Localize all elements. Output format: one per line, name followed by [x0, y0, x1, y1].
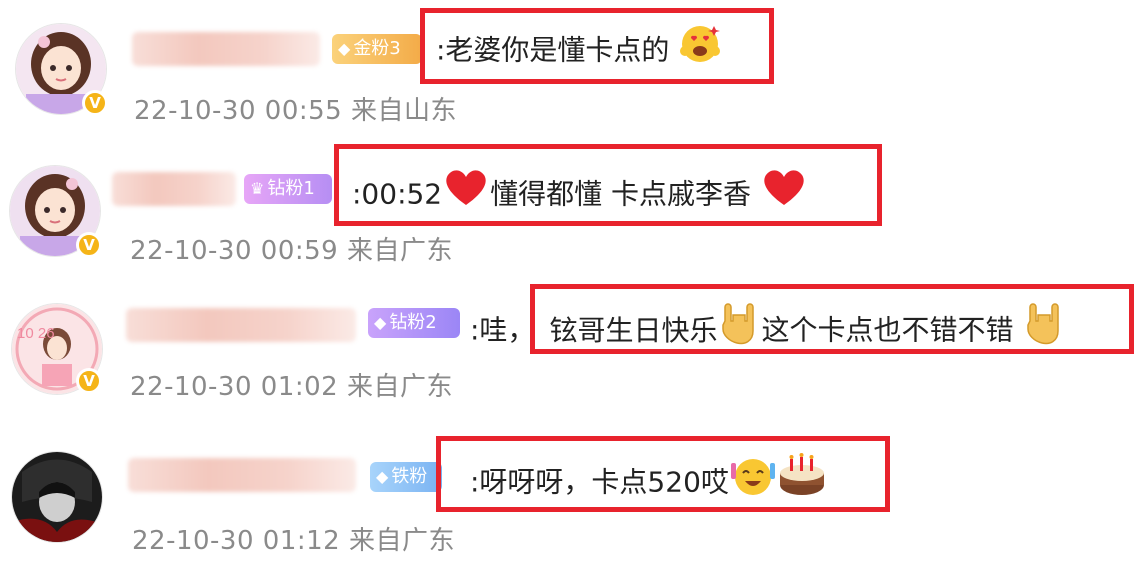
comment-row-3: 10 26 V ◆ 钻粉2 :哇， 铉哥生日快乐 这个卡点也不错不错 22-10-3…: [0, 282, 1134, 422]
timestamp: 22-10-30 00:55: [134, 96, 343, 126]
fan-level-badge[interactable]: ◆ 钻粉2: [368, 308, 460, 338]
comment-row-4: ◆ 铁粉 :呀呀呀，卡点520哎 22-10-30 01:12 来自广东: [0, 420, 1134, 560]
blurred-username[interactable]: [112, 172, 236, 206]
highlight-box: [420, 8, 774, 84]
highlight-box: [334, 144, 882, 226]
diamond-icon: ◆: [374, 313, 387, 332]
fan-level-badge[interactable]: ◆ 铁粉: [370, 462, 442, 492]
crown-icon: ♛: [250, 179, 265, 198]
location: 来自山东: [350, 96, 457, 126]
verified-badge-icon: V: [82, 90, 108, 116]
user-avatar[interactable]: [12, 452, 102, 542]
timestamp: 22-10-30 01:02: [130, 372, 339, 402]
timestamp: 22-10-30 00:59: [130, 236, 339, 266]
avatar-date-label: 10 26: [17, 325, 55, 342]
badge-label: 铁粉: [391, 466, 428, 487]
comment-row-2: V ♛ 钻粉1 :00:52 懂得都懂 卡点戚李香 22-10-30 00:59 …: [0, 140, 1134, 280]
location: 来自广东: [348, 526, 455, 556]
location: 来自广东: [346, 236, 453, 266]
fan-level-badge[interactable]: ♛ 钻粉1: [244, 174, 332, 204]
badge-label: 钻粉2: [389, 312, 437, 333]
highlight-box: [530, 284, 1134, 354]
gem-icon: ◆: [338, 39, 351, 58]
badge-label: 金粉3: [353, 38, 401, 59]
comment-meta: 22-10-30 01:02 来自广东: [130, 366, 453, 403]
badge-label: 钻粉1: [267, 178, 315, 199]
verified-badge-icon: V: [76, 368, 102, 394]
highlight-box: [436, 436, 890, 512]
comment-meta: 22-10-30 01:12 来自广东: [132, 520, 455, 557]
diamond-icon: ◆: [376, 467, 389, 486]
comment-body-prefix: :哇，: [470, 313, 536, 347]
timestamp: 22-10-30 01:12: [132, 526, 341, 556]
fan-level-badge[interactable]: ◆ 金粉3: [332, 34, 422, 64]
verified-badge-icon: V: [76, 232, 102, 258]
comment-meta: 22-10-30 00:59 来自广东: [130, 230, 453, 267]
comment-meta: 22-10-30 00:55 来自山东: [134, 90, 457, 127]
comment-row-1: V ◆ 金粉3 :老婆你是懂卡点的 22-10-30 00:55 来自山东: [0, 0, 1134, 140]
blurred-username[interactable]: [128, 458, 356, 492]
blurred-username[interactable]: [132, 32, 320, 66]
blurred-username[interactable]: [126, 308, 356, 342]
location: 来自广东: [346, 372, 453, 402]
